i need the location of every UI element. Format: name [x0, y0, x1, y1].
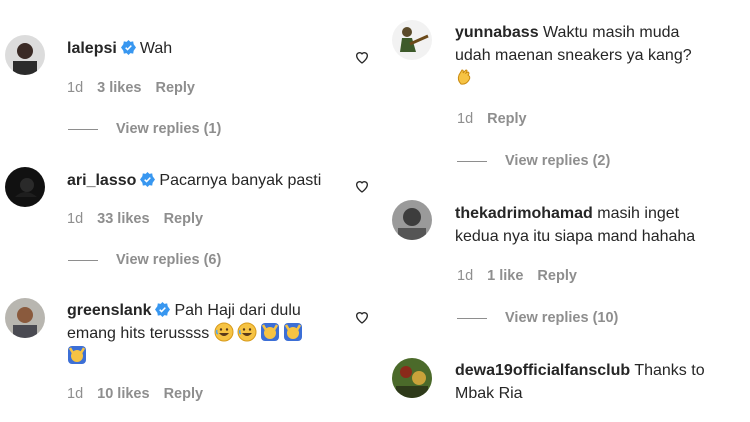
comment-text: kedua nya itu siapa mand hahaha	[455, 228, 696, 245]
view-replies-label: View replies (2)	[505, 153, 611, 169]
heart-icon[interactable]	[354, 309, 370, 325]
divider-line	[457, 160, 487, 162]
avatar[interactable]	[5, 35, 45, 75]
username[interactable]: thekadrimohamad	[455, 205, 593, 222]
likes-count[interactable]: 33 likes	[97, 211, 149, 227]
comment-body: ari_lasso Pacarnya banyak pasti	[67, 169, 321, 192]
username[interactable]: dewa19officialfansclub	[455, 362, 630, 379]
cropped-previous-comment	[168, 0, 228, 2]
comment-meta: 1d 33 likes Reply	[67, 211, 217, 227]
comment-body: yunnabass Waktu masih muda udah maenan s…	[455, 21, 692, 90]
username[interactable]: greenslank	[67, 302, 151, 319]
likes-count[interactable]: 10 likes	[97, 386, 149, 402]
divider-line	[68, 259, 98, 261]
comment-text: Wah	[139, 40, 173, 57]
likes-count[interactable]: 1 like	[487, 268, 523, 284]
comment-meta: 1d 3 likes Reply	[67, 80, 209, 96]
grinning-sweat-emoji-icon	[237, 322, 257, 342]
avatar[interactable]	[392, 200, 432, 240]
likes-count[interactable]: 3 likes	[97, 80, 141, 96]
username[interactable]: lalepsi	[67, 40, 117, 57]
username[interactable]: ari_lasso	[67, 172, 136, 189]
avatar[interactable]	[392, 20, 432, 60]
timestamp: 1d	[67, 211, 84, 227]
verified-badge-icon	[120, 40, 136, 55]
comment-text: Pacarnya banyak pasti	[159, 172, 322, 189]
comment-meta: 1d 10 likes Reply	[67, 386, 217, 402]
comment-text: udah maenan sneakers ya kang?	[455, 47, 692, 64]
comment-text: emang hits terussss	[67, 325, 210, 342]
comment-text: Mbak Ria	[455, 385, 523, 402]
timestamp: 1d	[67, 80, 84, 96]
reply-button[interactable]: Reply	[164, 211, 204, 227]
view-replies-label: View replies (1)	[116, 121, 222, 137]
comment-text: Thanks to	[634, 362, 705, 379]
reply-button[interactable]: Reply	[487, 111, 527, 127]
view-replies-label: View replies (6)	[116, 252, 222, 268]
view-replies-button[interactable]: View replies (6)	[68, 252, 221, 268]
view-replies-button[interactable]: View replies (10)	[457, 310, 618, 326]
comment-line	[67, 345, 306, 368]
comment-body: thekadrimohamad masih inget kedua nya it…	[455, 202, 695, 248]
timestamp: 1d	[457, 268, 474, 284]
comment-body: dewa19officialfansclub Thanks to Mbak Ri…	[455, 359, 705, 405]
verified-badge-icon	[140, 172, 156, 187]
raising-hands-emoji-icon	[260, 323, 279, 341]
divider-line	[457, 317, 487, 319]
username[interactable]: yunnabass	[455, 24, 539, 41]
divider-line	[68, 128, 98, 130]
avatar[interactable]	[5, 298, 45, 338]
heart-icon[interactable]	[354, 49, 370, 65]
comment-text: Waktu masih muda	[543, 24, 680, 41]
clapping-hands-emoji-icon	[457, 69, 471, 85]
grinning-sweat-emoji-icon	[214, 322, 234, 342]
reply-button[interactable]: Reply	[537, 268, 577, 284]
view-replies-label: View replies (10)	[505, 310, 619, 326]
avatar[interactable]	[392, 358, 432, 398]
reply-button[interactable]: Reply	[164, 386, 204, 402]
comment-meta: 1d Reply	[457, 111, 541, 127]
raising-hands-emoji-icon	[68, 346, 86, 364]
raising-hands-emoji-icon	[283, 323, 302, 341]
timestamp: 1d	[457, 111, 474, 127]
timestamp: 1d	[67, 386, 84, 402]
view-replies-button[interactable]: View replies (1)	[68, 121, 221, 137]
comment-meta: 1d 1 like Reply	[457, 268, 591, 284]
comment-text: masih inget	[597, 205, 680, 222]
comment-body: greenslank Pah Haji dari dulu emang hits …	[67, 299, 306, 368]
avatar[interactable]	[5, 167, 45, 207]
comment-line: greenslank Pah Haji dari dulu	[67, 299, 306, 322]
verified-badge-icon	[155, 302, 171, 317]
heart-icon[interactable]	[354, 178, 370, 194]
reply-button[interactable]: Reply	[155, 80, 195, 96]
comment-line: emang hits terussss	[67, 322, 306, 345]
comment-text: Pah Haji dari dulu	[174, 302, 301, 319]
comment-body: lalepsi Wah	[67, 37, 172, 60]
view-replies-button[interactable]: View replies (2)	[457, 153, 610, 169]
